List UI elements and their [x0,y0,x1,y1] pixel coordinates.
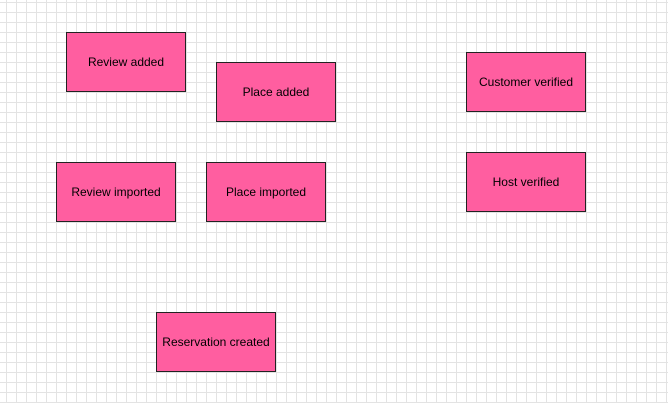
event-sticky-host-verified[interactable]: Host verified [466,152,586,212]
diagram-canvas[interactable]: Review added Place added Customer verifi… [0,0,668,403]
event-label: Customer verified [478,75,574,89]
event-sticky-place-added[interactable]: Place added [216,62,336,122]
event-sticky-place-imported[interactable]: Place imported [206,162,326,222]
event-label: Place imported [225,185,307,199]
event-label: Place added [242,85,310,99]
event-label: Host verified [492,175,560,189]
event-sticky-review-added[interactable]: Review added [66,32,186,92]
event-label: Reservation created [162,335,270,349]
event-sticky-review-imported[interactable]: Review imported [56,162,176,222]
event-label: Review added [87,55,165,69]
event-label: Review imported [71,185,161,199]
event-sticky-customer-verified[interactable]: Customer verified [466,52,586,112]
event-sticky-reservation-created[interactable]: Reservation created [156,312,276,372]
